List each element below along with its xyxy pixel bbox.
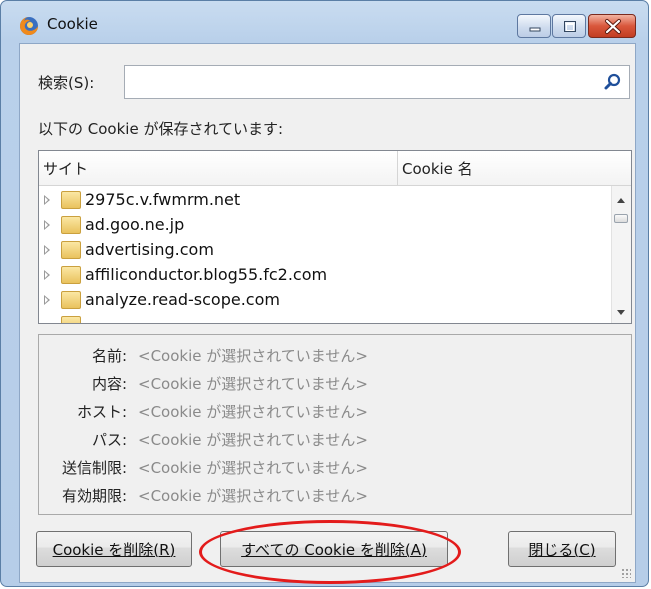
cookie-tree[interactable]: サイト Cookie 名 2975c.v.fwmrm.net ad.goo.ne… [38, 150, 632, 324]
detail-value-expires: <Cookie が選択されていません> [138, 487, 368, 505]
site-name: 2975c.v.fwmrm.net [85, 190, 241, 209]
tree-row-partial[interactable] [39, 313, 609, 323]
scroll-up-icon[interactable] [617, 198, 625, 203]
site-name: ad.goo.ne.jp [85, 215, 185, 234]
detail-value-name: <Cookie が選択されていません> [138, 347, 368, 365]
delete-cookie-button[interactable]: Cookie を削除(R) [36, 531, 192, 567]
scroll-thumb[interactable] [614, 214, 628, 223]
maximize-button[interactable] [552, 14, 586, 38]
detail-value-content: <Cookie が選択されていません> [138, 375, 368, 393]
expand-arrow-icon[interactable] [44, 270, 50, 280]
folder-icon [61, 266, 81, 284]
search-field[interactable] [124, 65, 630, 99]
expand-arrow-icon[interactable] [44, 245, 50, 255]
folder-icon [61, 291, 81, 309]
detail-value-send-for: <Cookie が選択されていません> [138, 459, 368, 477]
column-site-label: サイト [43, 160, 89, 178]
title-bar[interactable]: Cookie [1, 1, 648, 43]
folder-icon [61, 241, 81, 259]
delete-all-cookies-label: すべての Cookie を削除(A) [241, 540, 427, 559]
close-window-button[interactable] [588, 14, 636, 38]
detail-key-content: 内容: [91, 375, 127, 393]
column-cookie-name-label: Cookie 名 [402, 160, 473, 178]
detail-key-expires: 有効期限: [61, 487, 127, 505]
tree-row[interactable]: affiliconductor.blog55.fc2.com [39, 263, 609, 288]
column-header-site[interactable]: サイト [39, 151, 398, 185]
tree-row[interactable]: 2975c.v.fwmrm.net [39, 188, 609, 213]
maximize-icon [564, 21, 576, 32]
search-label: 検索(S): [38, 74, 95, 92]
close-button[interactable]: 閉じる(C) [508, 531, 616, 567]
search-icon[interactable] [603, 72, 623, 92]
detail-key-name: 名前: [91, 347, 127, 365]
resize-grip[interactable] [621, 568, 631, 578]
expand-arrow-icon[interactable] [44, 195, 50, 205]
folder-icon [61, 216, 81, 234]
close-label: 閉じる(C) [528, 540, 596, 559]
close-icon [605, 19, 621, 34]
delete-all-cookies-button[interactable]: すべての Cookie を削除(A) [220, 531, 448, 567]
site-name: advertising.com [85, 240, 214, 259]
list-caption: 以下の Cookie が保存されています: [38, 120, 284, 138]
tree-header: サイト Cookie 名 [39, 151, 631, 186]
tree-row[interactable]: analyze.read-scope.com [39, 288, 609, 313]
folder-icon [61, 316, 81, 323]
search-input[interactable] [125, 66, 607, 96]
site-name: affiliconductor.blog55.fc2.com [85, 265, 328, 284]
cookie-details-panel: 名前: <Cookie が選択されていません> 内容: <Cookie が選択さ… [38, 334, 632, 515]
minimize-icon [529, 27, 541, 32]
detail-value-host: <Cookie が選択されていません> [138, 403, 368, 421]
expand-arrow-icon[interactable] [44, 220, 50, 230]
tree-row[interactable]: advertising.com [39, 238, 609, 263]
dialog-body: 検索(S): 以下の Cookie が保存されています: サイト Cookie … [19, 43, 636, 583]
expand-arrow-icon[interactable] [44, 295, 50, 305]
detail-value-path: <Cookie が選択されていません> [138, 431, 368, 449]
detail-key-host: ホスト: [76, 403, 127, 421]
site-name: analyze.read-scope.com [85, 290, 280, 309]
tree-row[interactable]: ad.goo.ne.jp [39, 213, 609, 238]
folder-icon [61, 191, 81, 209]
delete-cookie-label: Cookie を削除(R) [52, 540, 176, 559]
window-title: Cookie [47, 15, 98, 33]
cookie-dialog-window: Cookie 検索(S): 以下の Cookie が保存されています: サイト … [0, 0, 649, 587]
detail-key-send-for: 送信制限: [61, 459, 127, 477]
minimize-button[interactable] [517, 14, 551, 38]
column-header-cookie-name[interactable]: Cookie 名 [398, 151, 608, 185]
vertical-scrollbar[interactable] [611, 186, 631, 323]
detail-key-path: パス: [91, 431, 127, 449]
firefox-icon [19, 16, 39, 36]
scroll-down-icon[interactable] [617, 310, 625, 315]
